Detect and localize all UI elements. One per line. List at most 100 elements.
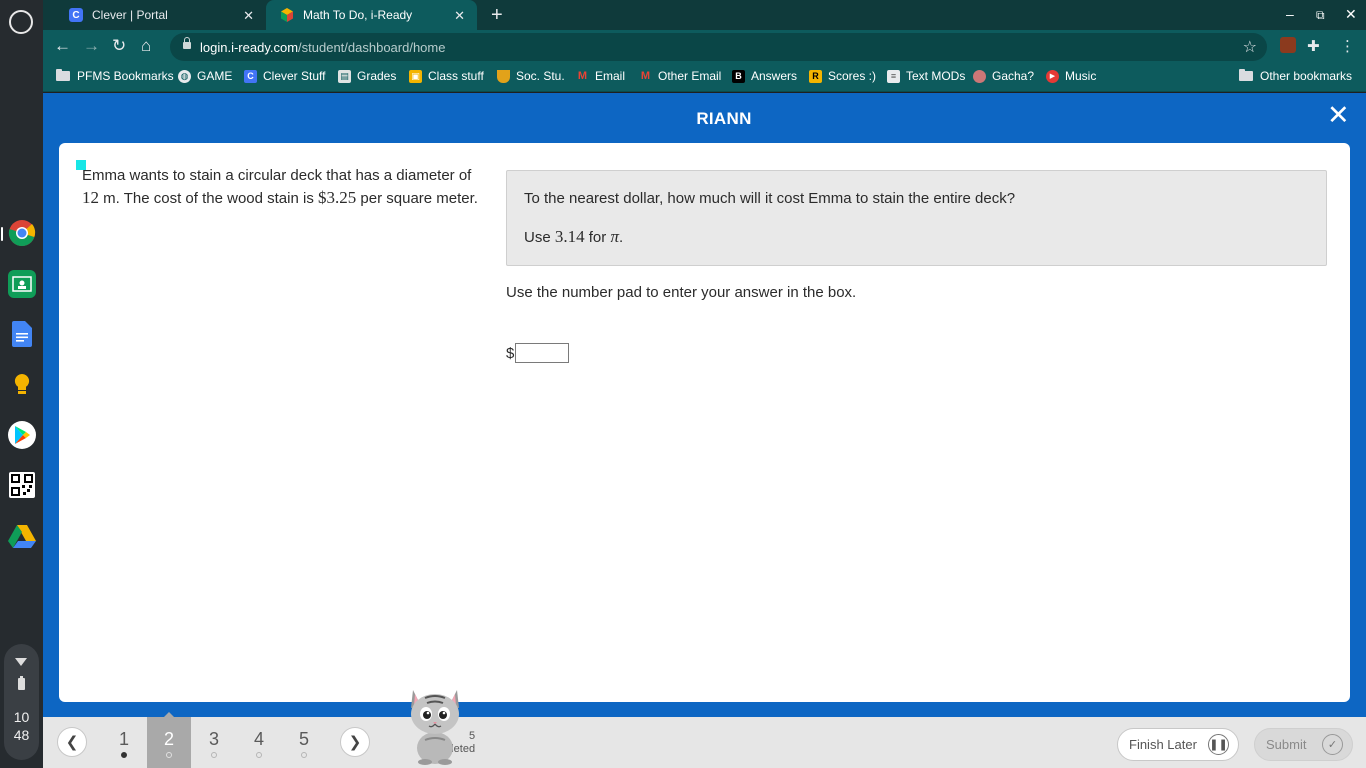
extension-icon[interactable] bbox=[1280, 37, 1296, 53]
other-bookmarks[interactable]: Other bookmarks bbox=[1239, 69, 1352, 83]
bookmark-label: Soc. Stu. bbox=[516, 69, 565, 83]
bookmark-answers[interactable]: B Answers bbox=[732, 69, 797, 83]
tab-iready[interactable]: Math To Do, i-Ready ✕ bbox=[266, 0, 477, 30]
question-number: 3 bbox=[208, 729, 219, 749]
bookmark-star-icon[interactable]: ☆ bbox=[1243, 37, 1257, 57]
previous-question-button[interactable]: ❮ bbox=[57, 727, 87, 757]
bookmark-label: Email bbox=[595, 69, 626, 83]
doc-icon: ≡ bbox=[887, 69, 900, 83]
menu-kebab-icon[interactable]: ⋮ bbox=[1340, 37, 1355, 55]
bookmark-music[interactable]: ▶ Music bbox=[1046, 69, 1096, 83]
question-2-button[interactable]: 2 bbox=[147, 712, 191, 768]
bookmark-label: Grades bbox=[357, 69, 397, 83]
gacha-icon bbox=[973, 69, 986, 83]
bookmark-game[interactable]: ◍ GAME bbox=[178, 69, 232, 83]
iready-favicon-icon bbox=[280, 8, 294, 22]
back-icon[interactable]: ← bbox=[54, 36, 71, 56]
bookmark-text-mods[interactable]: ≡ Text MODs bbox=[887, 69, 965, 83]
qr-code-icon[interactable] bbox=[9, 472, 35, 498]
bookmark-class-stuff[interactable]: ▣ Class stuff bbox=[409, 69, 484, 83]
clock-hour: 10 bbox=[13, 709, 30, 725]
bookmark-label: Class stuff bbox=[428, 69, 484, 83]
prompt-text-2: m. The cost of the wood stain is bbox=[99, 190, 318, 207]
google-play-icon[interactable] bbox=[8, 421, 36, 449]
extensions-puzzle-icon[interactable]: ✚ bbox=[1307, 37, 1320, 55]
chromeos-shelf: 10 48 bbox=[0, 0, 43, 768]
close-lesson-icon[interactable]: ✕ bbox=[1327, 102, 1350, 129]
bookmark-email[interactable]: M Email bbox=[576, 69, 625, 83]
question-number: 1 bbox=[118, 729, 129, 749]
tab-clever[interactable]: C Clever | Portal ✕ bbox=[55, 0, 266, 30]
minimize-icon[interactable]: – bbox=[1286, 6, 1294, 22]
bookmark-label: Music bbox=[1065, 69, 1097, 83]
prompt-text-3: per square meter. bbox=[356, 190, 478, 207]
tab-strip: C Clever | Portal ✕ Math To Do, i-Ready … bbox=[43, 0, 1366, 30]
finish-later-button[interactable]: Finish Later ❚❚ bbox=[1117, 728, 1239, 761]
pause-icon: ❚❚ bbox=[1208, 734, 1229, 755]
google-keep-icon[interactable] bbox=[8, 371, 36, 399]
cost-value: $3.25 bbox=[318, 188, 357, 207]
address-bar[interactable]: login.i-ready.com/student/dashboard/home… bbox=[170, 33, 1267, 61]
bookmarks-bar: PFMS Bookmarks ◍ GAME C Clever Stuff ▤ Grad… bbox=[43, 63, 1366, 92]
youtube-music-icon: ▶ bbox=[1046, 69, 1059, 83]
chevron-right-icon: ❯ bbox=[348, 734, 362, 751]
folder-icon bbox=[56, 69, 70, 81]
question-3-button[interactable]: 3 bbox=[192, 717, 236, 768]
forward-icon[interactable]: → bbox=[83, 36, 100, 56]
clock-minute: 48 bbox=[13, 727, 30, 743]
lock-icon bbox=[183, 37, 191, 49]
answer-input[interactable] bbox=[515, 343, 570, 363]
google-docs-icon[interactable] bbox=[8, 320, 36, 348]
bookmark-other-email[interactable]: M Other Email bbox=[639, 69, 721, 83]
bookmark-pfms[interactable]: PFMS Bookmarks bbox=[56, 69, 174, 83]
launcher-icon[interactable] bbox=[9, 10, 33, 34]
checkmark-icon: ✓ bbox=[1322, 734, 1343, 755]
question-text: To the nearest dollar, how much will it … bbox=[524, 190, 1016, 207]
window-close-icon[interactable]: ✕ bbox=[1345, 6, 1357, 23]
google-drive-icon[interactable] bbox=[8, 522, 36, 550]
question-5-button[interactable]: 5 bbox=[282, 717, 326, 768]
gmail-icon: M bbox=[577, 70, 588, 82]
folder-icon bbox=[1239, 69, 1253, 81]
next-question-button[interactable]: ❯ bbox=[340, 727, 370, 757]
globe-icon: ◍ bbox=[178, 69, 191, 83]
question-1-button[interactable]: 1 bbox=[102, 717, 146, 768]
battery-icon bbox=[18, 676, 25, 690]
close-icon[interactable]: ✕ bbox=[243, 8, 254, 24]
bookmark-label: Gacha? bbox=[992, 69, 1035, 83]
tab-title: Clever | Portal bbox=[92, 8, 168, 22]
shield-icon bbox=[497, 69, 510, 83]
url-domain: login.i-ready.com bbox=[200, 40, 299, 55]
bookmark-gacha[interactable]: Gacha? bbox=[973, 69, 1034, 83]
bookmark-scores[interactable]: R Scores :) bbox=[809, 69, 876, 83]
google-classroom-icon[interactable] bbox=[8, 270, 36, 298]
bookmark-grades[interactable]: ▤ Grades bbox=[338, 69, 396, 83]
submit-button[interactable]: Submit ✓ bbox=[1254, 728, 1353, 761]
answered-dot bbox=[121, 752, 127, 758]
gmail-icon: M bbox=[640, 70, 651, 82]
problem-prompt: Emma wants to stain a circular deck that… bbox=[82, 165, 486, 210]
question-number: 2 bbox=[163, 729, 174, 749]
prompt-text-1: Emma wants to stain a circular deck that… bbox=[82, 167, 472, 184]
close-icon[interactable]: ✕ bbox=[454, 8, 465, 24]
dollar-sign: $ bbox=[506, 344, 515, 362]
bookmark-label: Other Email bbox=[658, 69, 722, 83]
restore-icon[interactable]: ⧉ bbox=[1316, 8, 1325, 23]
active-app-indicator bbox=[1, 227, 3, 241]
pi-hint-for: for bbox=[584, 229, 611, 246]
chevron-left-icon: ❮ bbox=[65, 734, 79, 751]
bookmark-soc-stu[interactable]: Soc. Stu. bbox=[497, 69, 565, 83]
reload-icon[interactable]: ↻ bbox=[112, 36, 126, 56]
new-tab-icon[interactable]: + bbox=[491, 4, 503, 27]
home-icon[interactable]: ⌂ bbox=[141, 36, 151, 56]
bookmark-clever-stuff[interactable]: C Clever Stuff bbox=[244, 69, 325, 83]
url-path: /student/dashboard/home bbox=[298, 40, 446, 55]
clock: 10 48 bbox=[4, 708, 39, 744]
answer-row: $ bbox=[506, 343, 570, 363]
current-dot bbox=[166, 752, 172, 758]
system-tray[interactable]: 10 48 bbox=[4, 644, 39, 760]
bookmark-label: Clever Stuff bbox=[263, 69, 326, 83]
question-4-button[interactable]: 4 bbox=[237, 717, 281, 768]
unanswered-dot bbox=[211, 752, 217, 758]
chrome-icon[interactable] bbox=[8, 219, 36, 247]
